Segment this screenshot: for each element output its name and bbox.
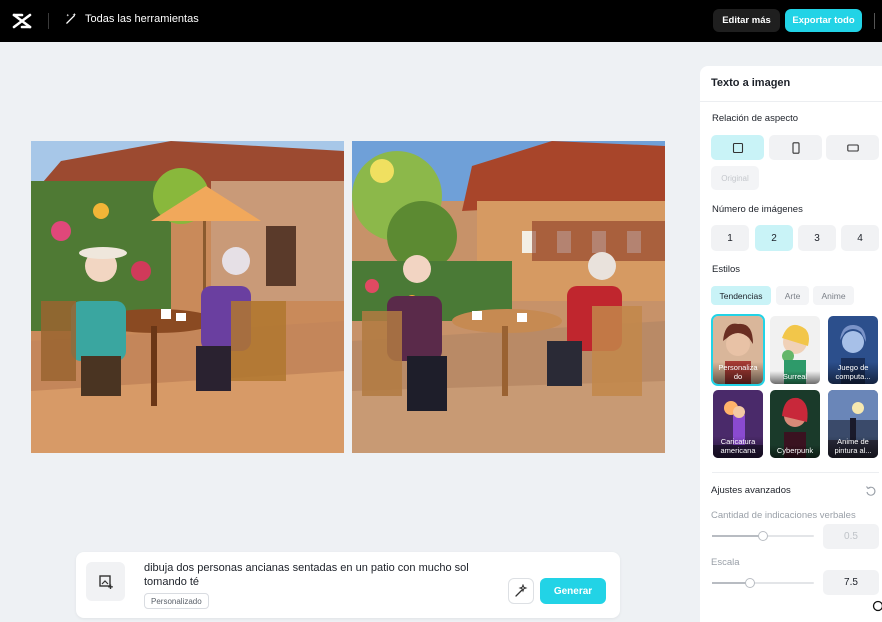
verbal-prompt-slider[interactable] bbox=[712, 531, 814, 541]
prompt-input[interactable]: dibuja dos personas ancianas sentadas en… bbox=[144, 561, 504, 589]
aspect-landscape-button[interactable] bbox=[826, 135, 879, 160]
aspect-portrait-button[interactable] bbox=[769, 135, 822, 160]
count-2-button[interactable]: 2 bbox=[755, 225, 793, 251]
slider-knob[interactable] bbox=[758, 531, 768, 541]
style-card-juego-computadora[interactable]: Juego de computa... bbox=[828, 316, 878, 384]
style-caption: Surreal bbox=[770, 370, 820, 384]
image-count-label: Número de imágenes bbox=[712, 204, 803, 215]
square-icon bbox=[732, 142, 743, 153]
all-tools-label: Todas las herramientas bbox=[85, 12, 199, 25]
tab-anime[interactable]: Anime bbox=[813, 286, 854, 305]
tab-arte[interactable]: Arte bbox=[776, 286, 809, 305]
topbar-divider-right bbox=[874, 13, 875, 29]
verbal-prompt-value[interactable]: 0.5 bbox=[823, 524, 879, 549]
scale-slider[interactable] bbox=[712, 578, 814, 588]
export-all-button[interactable]: Exportar todo bbox=[785, 9, 862, 32]
panel-divider bbox=[700, 101, 882, 102]
generated-image-1[interactable] bbox=[31, 141, 344, 453]
aspect-ratio-label: Relación de aspecto bbox=[712, 113, 799, 124]
all-tools-link[interactable]: Todas las herramientas bbox=[65, 12, 199, 25]
sparkle-wand-icon bbox=[515, 584, 528, 597]
style-card-caricatura-americana[interactable]: Caricatura americana bbox=[713, 390, 763, 458]
style-card-anime-pintura-oleo[interactable]: Anime de pintura al... bbox=[828, 390, 878, 458]
capcut-logo-icon[interactable] bbox=[12, 11, 32, 31]
landscape-icon bbox=[846, 143, 859, 152]
slider-knob[interactable] bbox=[745, 578, 755, 588]
style-caption: Personaliza do bbox=[713, 362, 763, 384]
style-caption: Juego de computa... bbox=[828, 362, 878, 384]
edit-more-button[interactable]: Editar más bbox=[713, 9, 780, 32]
portrait-icon bbox=[791, 141, 800, 154]
image-reference-button[interactable] bbox=[86, 562, 125, 601]
count-3-button[interactable]: 3 bbox=[798, 225, 836, 251]
magic-wand-icon bbox=[66, 12, 77, 24]
help-chat-icon[interactable] bbox=[872, 600, 882, 612]
style-caption: Cyberpunk bbox=[770, 444, 820, 458]
top-bar: Todas las herramientas Editar más Export… bbox=[0, 0, 882, 42]
text-to-image-panel: Texto a imagen Relación de aspecto Origi… bbox=[700, 66, 882, 622]
style-card-personalizado[interactable]: Personaliza do bbox=[711, 314, 765, 386]
generate-button[interactable]: Generar bbox=[540, 578, 606, 604]
aspect-original-button[interactable]: Original bbox=[711, 166, 759, 190]
scale-value[interactable]: 7.5 bbox=[823, 570, 879, 595]
scale-label: Escala bbox=[711, 557, 740, 568]
topbar-divider bbox=[48, 13, 49, 29]
add-image-icon bbox=[98, 574, 113, 589]
generated-image-2[interactable] bbox=[352, 141, 665, 453]
reset-icon[interactable] bbox=[865, 485, 877, 497]
advanced-settings-label[interactable]: Ajustes avanzados bbox=[711, 485, 791, 496]
style-tag[interactable]: Personalizado bbox=[144, 593, 209, 609]
panel-title: Texto a imagen bbox=[711, 77, 791, 89]
tab-tendencias[interactable]: Tendencias bbox=[711, 286, 771, 305]
verbal-prompt-label: Cantidad de indicaciones verbales bbox=[711, 510, 856, 521]
styles-label: Estilos bbox=[712, 264, 740, 275]
enhance-prompt-button[interactable] bbox=[508, 578, 534, 604]
count-1-button[interactable]: 1 bbox=[711, 225, 749, 251]
panel-divider bbox=[712, 472, 879, 473]
style-card-cyberpunk[interactable]: Cyberpunk bbox=[770, 390, 820, 458]
style-card-surreal[interactable]: Surreal bbox=[770, 316, 820, 384]
style-caption: Caricatura americana bbox=[713, 436, 763, 458]
aspect-square-button[interactable] bbox=[711, 135, 764, 160]
style-caption: Anime de pintura al... bbox=[828, 436, 878, 458]
count-4-button[interactable]: 4 bbox=[841, 225, 879, 251]
prompt-bar: dibuja dos personas ancianas sentadas en… bbox=[76, 552, 620, 618]
